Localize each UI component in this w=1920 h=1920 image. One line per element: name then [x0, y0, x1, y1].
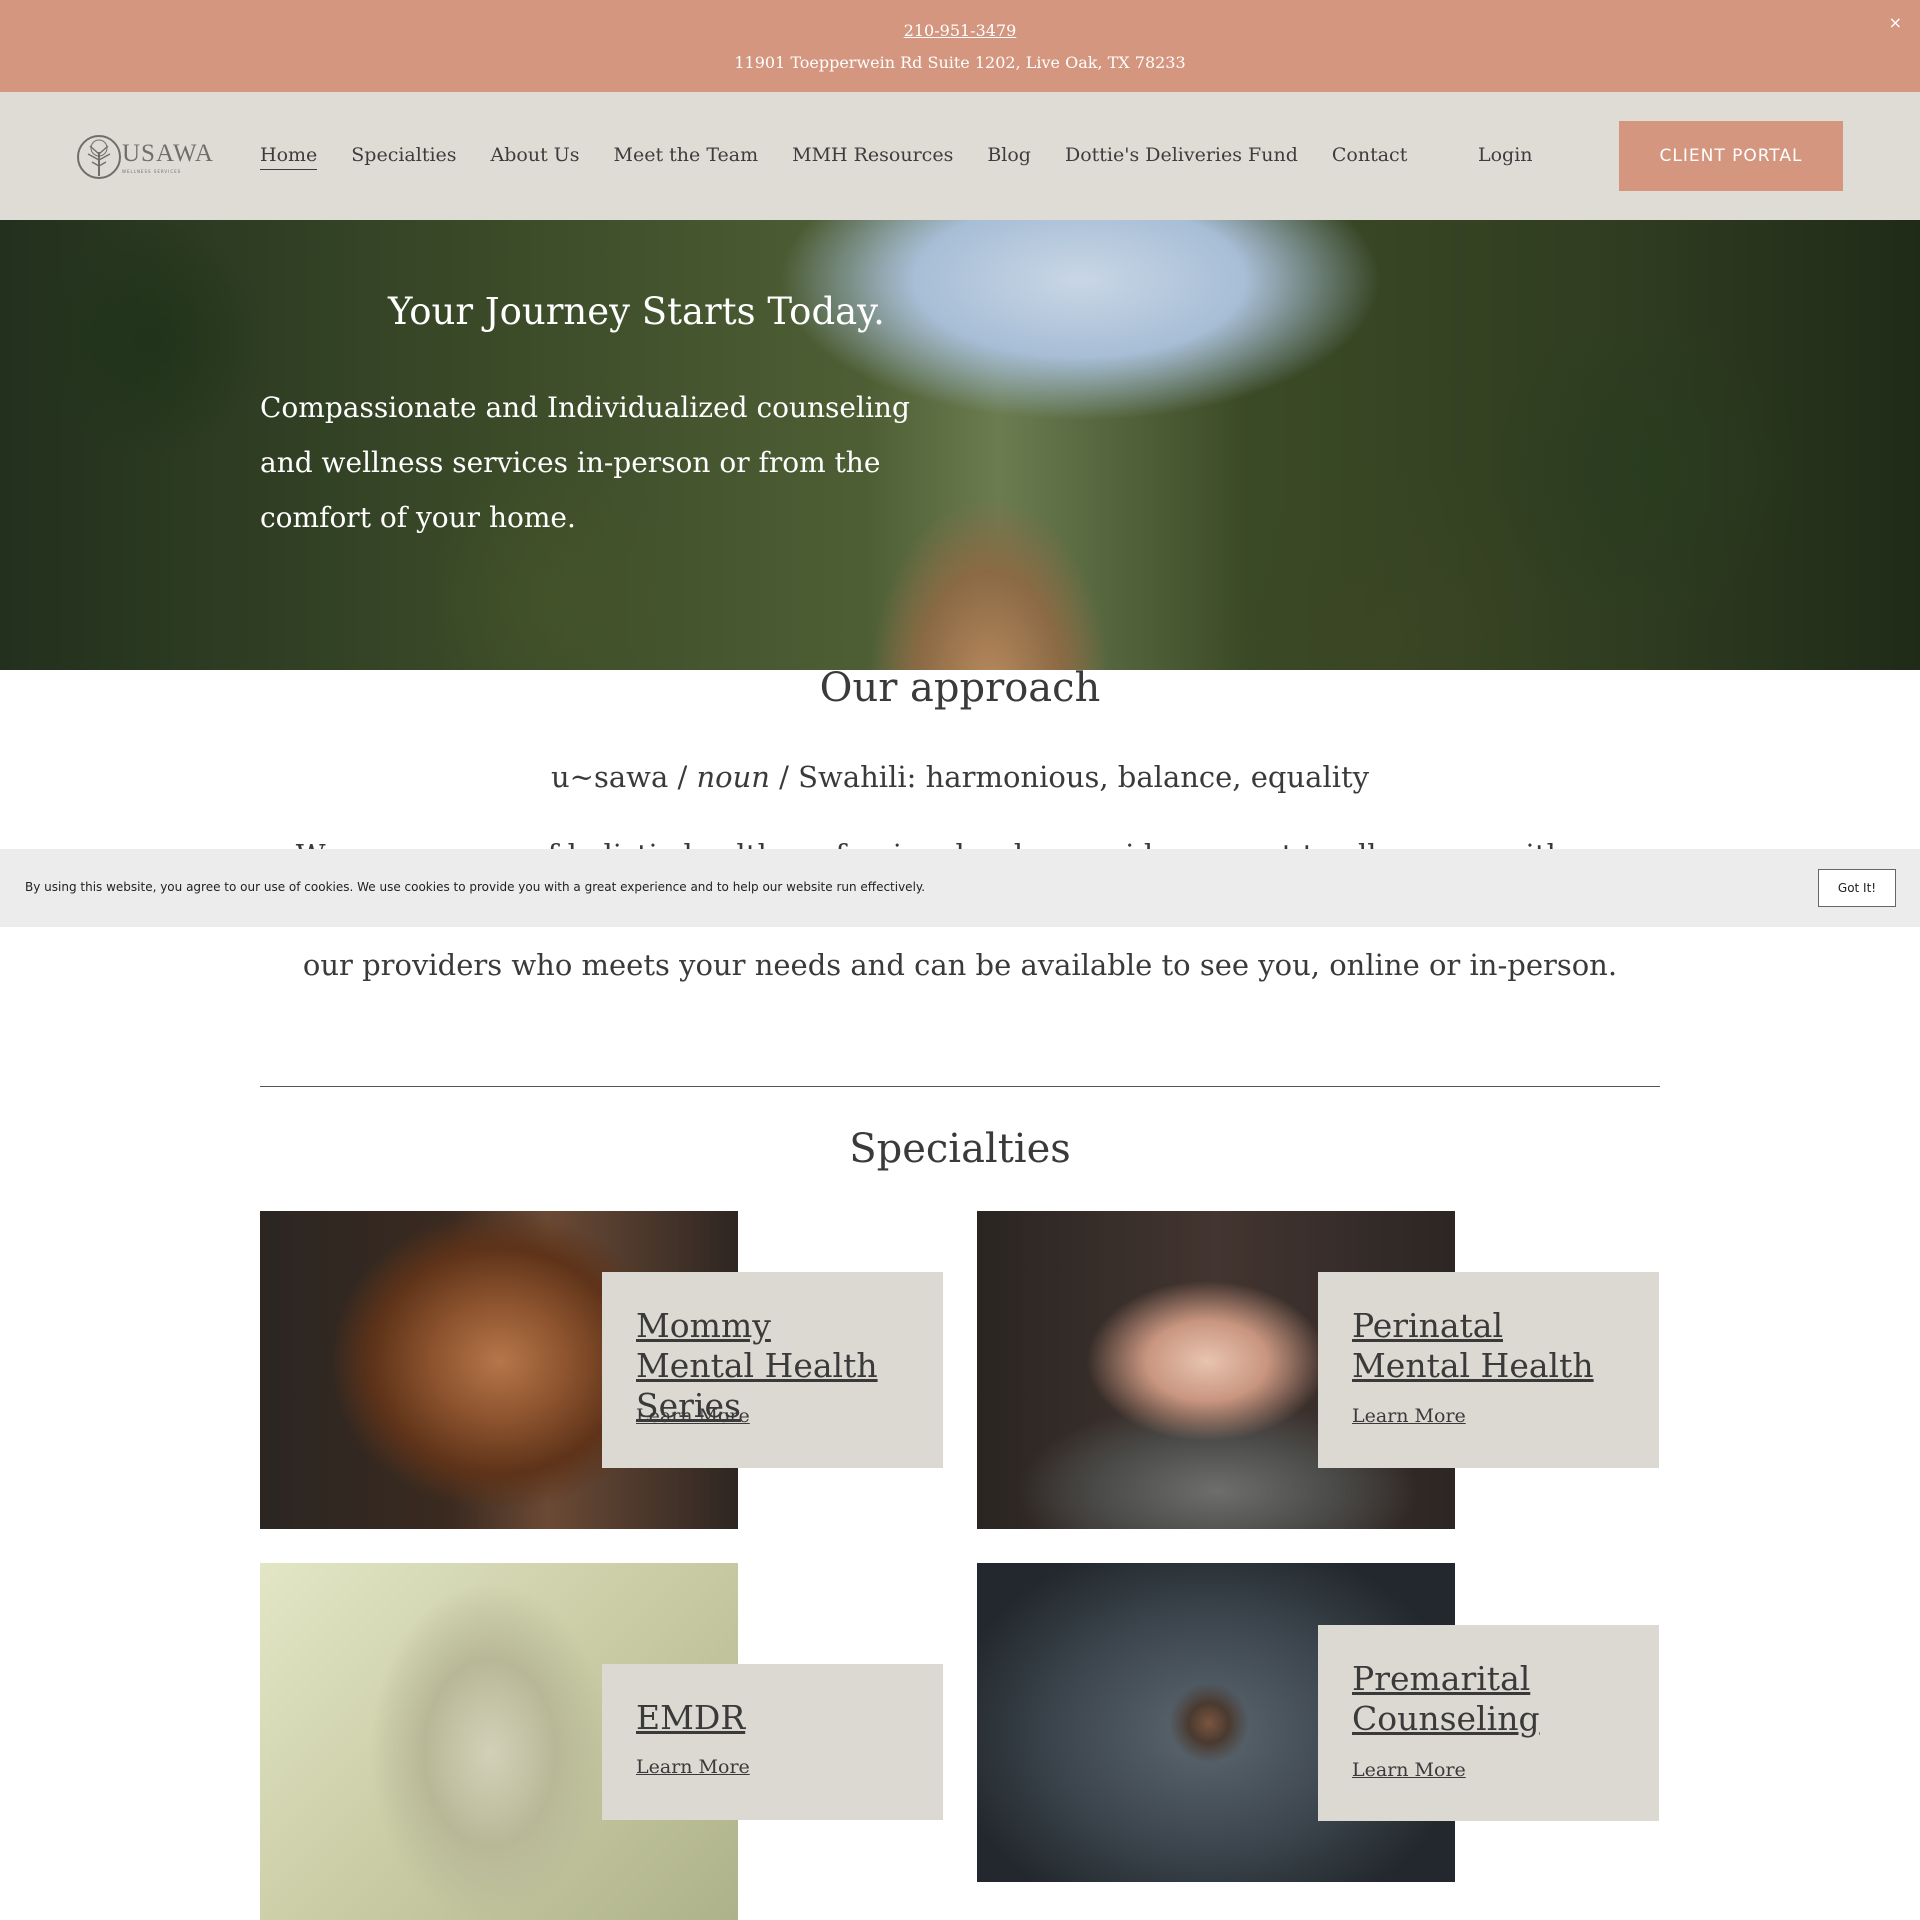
hero-title: Your Journey Starts Today. [388, 290, 885, 333]
card-title[interactable]: Perinatal Mental Health [1352, 1306, 1612, 1386]
cookie-message: By using this website, you agree to our … [25, 880, 926, 894]
client-portal-button[interactable]: CLIENT PORTAL [1619, 121, 1843, 191]
approach-heading: Our approach [819, 665, 1101, 711]
learn-more-link[interactable]: Learn More [1352, 1405, 1466, 1427]
cookie-accept-button[interactable]: Got It! [1818, 869, 1896, 907]
tree-icon [77, 135, 121, 179]
nav-contact[interactable]: Contact [1332, 144, 1407, 170]
logo-subtext: WELLNESS SERVICES [122, 168, 182, 174]
card-title[interactable]: EMDR [636, 1698, 745, 1738]
close-icon[interactable]: × [1889, 13, 1902, 32]
nav-mmh-resources[interactable]: MMH Resources [792, 144, 953, 170]
nav-about-us[interactable]: About Us [491, 144, 580, 170]
nav-home[interactable]: Home [260, 144, 318, 170]
specialty-card-mommy: Mommy Mental Health Series Learn More [602, 1272, 943, 1468]
specialties-heading: Specialties [849, 1126, 1071, 1172]
specialty-card-emdr: EMDR Learn More [602, 1664, 943, 1820]
nav-blog[interactable]: Blog [987, 144, 1031, 170]
specialty-card-perinatal: Perinatal Mental Health Learn More [1318, 1272, 1659, 1468]
logo[interactable]: USAWA WELLNESS SERVICES [76, 130, 214, 184]
definition-word: u~sawa / [550, 760, 688, 794]
learn-more-link[interactable]: Learn More [636, 1405, 750, 1427]
nav-meet-the-team[interactable]: Meet the Team [614, 144, 759, 170]
cookie-banner: By using this website, you agree to our … [0, 849, 1920, 927]
logo-text: USAWA [122, 139, 214, 167]
definition-text: u~sawa / noun / Swahili: harmonious, bal… [0, 760, 1920, 794]
specialty-card-premarital: Premarital Counseling Learn More [1318, 1625, 1659, 1821]
definition-meaning: / Swahili: harmonious, balance, equality [779, 760, 1370, 794]
learn-more-link[interactable]: Learn More [1352, 1759, 1466, 1781]
card-title[interactable]: Premarital Counseling [1352, 1659, 1612, 1739]
nav-specialties[interactable]: Specialties [351, 144, 456, 170]
announcement-bar: 210-951-3479 11901 Toepperwein Rd Suite … [0, 0, 1920, 92]
main-nav: Home Specialties About Us Meet the Team … [260, 144, 1407, 170]
login-link[interactable]: Login [1478, 144, 1533, 166]
learn-more-link[interactable]: Learn More [636, 1756, 750, 1778]
hero-text: Compassionate and Individualized counsel… [260, 391, 910, 534]
definition-part-of-speech: noun [696, 760, 770, 794]
address-text: 11901 Toepperwein Rd Suite 1202, Live Oa… [734, 53, 1186, 72]
section-divider [260, 1086, 1660, 1087]
phone-link[interactable]: 210-951-3479 [0, 21, 1920, 40]
nav-dotties-deliveries-fund[interactable]: Dottie's Deliveries Fund [1065, 144, 1298, 170]
